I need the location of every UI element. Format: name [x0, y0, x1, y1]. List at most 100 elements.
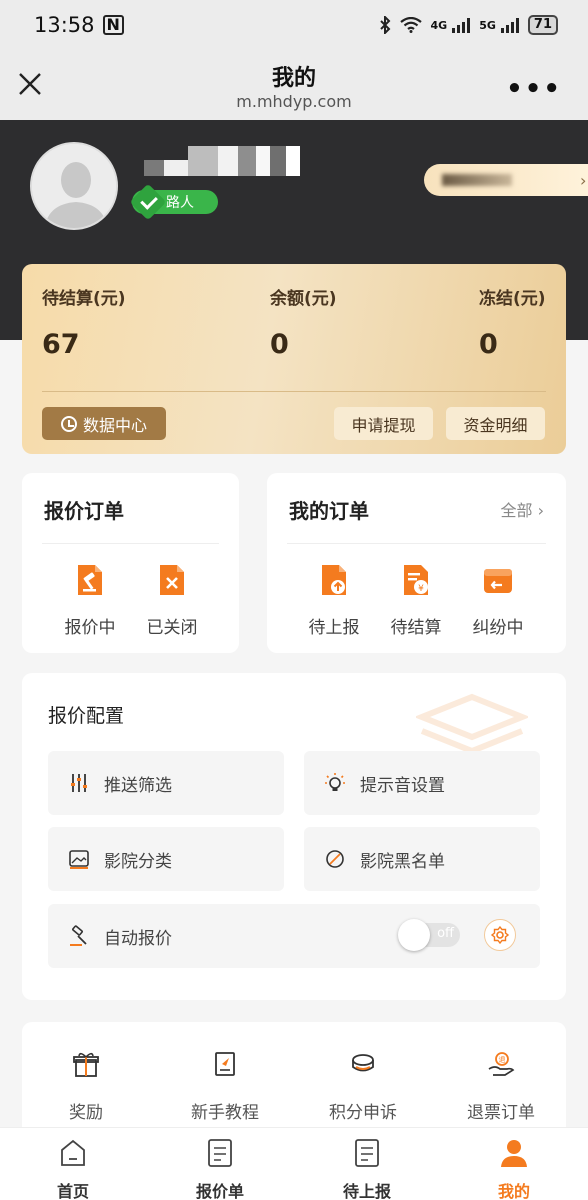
book-icon — [215, 1052, 235, 1076]
svg-text:退: 退 — [499, 1055, 506, 1064]
default-avatar-icon — [32, 144, 116, 228]
coins-icon — [352, 1054, 374, 1072]
network-5g-label: 5G — [479, 18, 496, 32]
toggle-knob — [398, 919, 430, 951]
auto-quote-settings-button[interactable] — [484, 919, 516, 951]
svg-text:¥: ¥ — [418, 584, 424, 594]
withdraw-button[interactable]: 申请提现 — [334, 407, 433, 440]
quote-config-title: 报价配置 — [48, 705, 125, 727]
cinema-category-button[interactable]: 影院分类 — [48, 827, 284, 891]
frozen: 冻结(元) 0 — [479, 284, 546, 360]
dispute-label: 纠纷中 — [472, 618, 524, 638]
refund-hand-icon: 退 — [488, 1052, 515, 1076]
gear-icon — [490, 925, 510, 945]
clock-text: 13:58 — [34, 13, 95, 37]
tab-pending[interactable]: 待上报 — [317, 1138, 417, 1200]
tab-home[interactable]: 首页 — [23, 1138, 123, 1200]
refund-orders-button[interactable]: 退 退票订单 — [446, 1050, 556, 1123]
dispute-button[interactable]: 纠纷中 — [458, 563, 538, 638]
hammer-doc-icon — [78, 565, 102, 595]
my-orders-card: 我的订单 全部 › 待上报 ¥ 待结算 纠纷中 — [267, 473, 566, 653]
tab-home-label: 首页 — [56, 1182, 89, 1200]
gift-icon — [73, 1052, 99, 1077]
tab-mine[interactable]: 我的 — [464, 1138, 564, 1200]
quote-list-icon — [208, 1139, 232, 1167]
my-orders-title: 我的订单 — [289, 499, 369, 523]
quoting-label: 报价中 — [64, 618, 116, 638]
pending-settle-label: 待结算 — [390, 618, 442, 638]
account-id-pill[interactable]: › — [424, 164, 588, 196]
cinema-category-label: 影院分类 — [104, 851, 172, 872]
username-redacted — [132, 146, 304, 176]
status-time: 13:58 N — [34, 13, 124, 37]
status-indicators: 4G 5G 71 — [379, 15, 558, 35]
divider — [287, 543, 546, 544]
settle-doc-icon: ¥ — [404, 565, 428, 595]
wallet-card: 待结算(元) 67 余额(元) 0 冻结(元) 0 数据中心 申请提现 资金明细 — [22, 264, 566, 454]
tab-quotes[interactable]: 报价单 — [170, 1138, 270, 1200]
tutorial-button[interactable]: 新手教程 — [170, 1050, 280, 1123]
refund-orders-label: 退票订单 — [467, 1103, 535, 1123]
quote-orders-title: 报价订单 — [44, 499, 124, 523]
upload-doc-icon — [322, 565, 346, 595]
auto-quote-toggle[interactable]: off — [398, 919, 460, 951]
quote-orders-card: 报价订单 报价中 已关闭 — [22, 473, 239, 653]
avatar[interactable] — [30, 142, 118, 230]
pending-report-button[interactable]: 待上报 — [294, 563, 374, 638]
battery-icon: 71 — [527, 15, 558, 35]
network-4g-label: 4G — [430, 18, 448, 32]
signal-icon — [452, 17, 471, 33]
more-menu-icon[interactable]: ••• — [506, 74, 562, 104]
account-id-redacted — [442, 174, 512, 186]
bluetooth-icon — [379, 16, 390, 34]
clock-icon — [60, 415, 77, 432]
fund-details-button[interactable]: 资金明细 — [446, 407, 545, 440]
bulb-icon — [325, 773, 345, 791]
block-icon — [326, 850, 344, 868]
auto-quote-row: 自动报价 — [48, 904, 540, 968]
nfc-icon: N — [102, 15, 124, 35]
dispute-box-icon — [484, 569, 512, 593]
closed-orders-button[interactable]: 已关闭 — [132, 563, 212, 638]
points-appeal-button[interactable]: 积分申诉 — [308, 1050, 418, 1123]
sound-settings-button[interactable]: 提示音设置 — [304, 751, 540, 815]
pending-report-label: 待上报 — [308, 618, 360, 638]
all-orders-link[interactable]: 全部 › — [501, 497, 545, 521]
page-title: 我的 — [271, 66, 316, 91]
tab-mine-label: 我的 — [497, 1182, 530, 1200]
balance-value: 0 — [270, 329, 289, 360]
home-icon — [61, 1139, 85, 1166]
level-badge: 路人 — [129, 183, 218, 221]
data-center-button[interactable]: 数据中心 — [42, 407, 166, 440]
rewards-button[interactable]: 奖励 — [31, 1050, 141, 1123]
pending-settlement: 待结算(元) 67 — [42, 284, 126, 360]
balance-label: 余额(元) — [270, 289, 337, 309]
frozen-value: 0 — [479, 329, 498, 360]
closed-doc-icon — [160, 565, 184, 595]
rewards-label: 奖励 — [69, 1103, 103, 1123]
data-center-label: 数据中心 — [82, 415, 147, 435]
frozen-label: 冻结(元) — [479, 289, 546, 309]
wifi-icon — [399, 17, 422, 33]
image-icon — [69, 850, 89, 869]
quote-config-card: 报价配置 推送筛选 提示音设置 影院分类 影院黑名单 自动报价 off — [22, 673, 566, 1000]
auto-quote-label: 自动报价 — [104, 928, 172, 949]
pending-label: 待结算(元) — [42, 289, 126, 309]
nav-bar: 我的 m.mhdyp.com ••• — [0, 50, 588, 120]
cinema-blacklist-button[interactable]: 影院黑名单 — [304, 827, 540, 891]
push-filter-button[interactable]: 推送筛选 — [48, 751, 284, 815]
cinema-blacklist-label: 影院黑名单 — [360, 851, 445, 872]
closed-label: 已关闭 — [146, 618, 198, 638]
page-url: m.mhdyp.com — [236, 92, 352, 111]
level-badge-label: 路人 — [166, 195, 194, 211]
sliders-icon — [71, 774, 87, 792]
quoting-orders-button[interactable]: 报价中 — [50, 563, 130, 638]
pending-value: 67 — [42, 329, 80, 360]
tab-quotes-label: 报价单 — [195, 1182, 244, 1200]
signal-icon-2 — [500, 17, 519, 33]
status-bar: 13:58 N 4G 5G 71 — [0, 0, 588, 50]
pending-settle-button[interactable]: ¥ 待结算 — [376, 563, 456, 638]
divider — [42, 543, 219, 544]
balance: 余额(元) 0 — [270, 284, 337, 360]
push-filter-label: 推送筛选 — [104, 775, 172, 796]
